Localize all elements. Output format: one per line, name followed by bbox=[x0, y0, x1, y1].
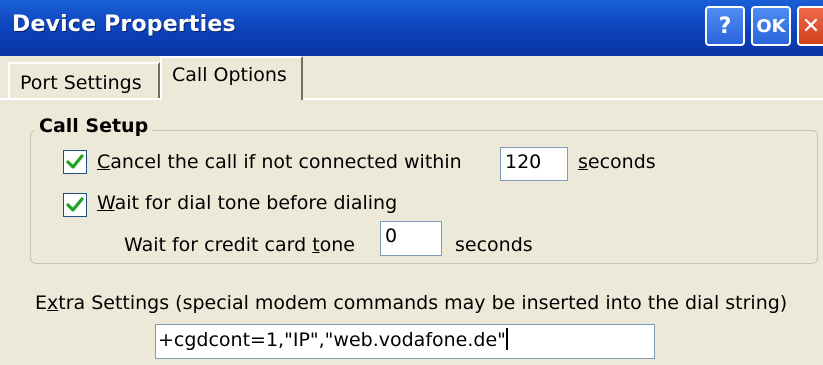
call-setup-title: Call Setup bbox=[35, 115, 153, 137]
checkmark-icon bbox=[66, 197, 84, 212]
close-icon: ✕ bbox=[801, 13, 821, 39]
ok-button[interactable]: OK bbox=[751, 6, 791, 46]
credit-card-label-pre: Wait for credit card bbox=[124, 234, 313, 256]
cancel-call-unit: seconds bbox=[578, 151, 656, 173]
extra-settings-accel: x bbox=[47, 292, 59, 314]
credit-card-unit: seconds bbox=[455, 234, 533, 256]
title-bar: Device Properties ? OK ✕ bbox=[0, 0, 823, 56]
call-options-page: Call Setup Cancel the call if not connec… bbox=[0, 98, 823, 365]
wait-dial-tone-accel: W bbox=[97, 192, 115, 214]
wait-dial-tone-label[interactable]: Wait for dial tone before dialing bbox=[97, 192, 397, 214]
credit-card-tone-label: Wait for credit card tone bbox=[124, 234, 355, 256]
tab-call-options[interactable]: Call Options bbox=[160, 56, 303, 100]
cancel-call-seconds-input[interactable]: 120 bbox=[500, 147, 568, 181]
tab-strip: Port Settings Call Options bbox=[0, 56, 823, 100]
credit-card-label-post: one bbox=[319, 234, 355, 256]
extra-settings-label-pre: E bbox=[35, 292, 48, 314]
cancel-call-unit-text: econds bbox=[587, 151, 656, 173]
cancel-call-accel: C bbox=[97, 151, 111, 173]
extra-settings-label-post: tra Settings (special modem commands may… bbox=[58, 292, 788, 314]
credit-card-accel: t bbox=[312, 234, 320, 256]
window-title: Device Properties bbox=[12, 12, 236, 37]
credit-card-seconds-input[interactable]: 0 bbox=[380, 221, 442, 256]
text-cursor bbox=[505, 328, 508, 350]
cancel-call-label-text: ancel the call if not connected within bbox=[110, 151, 462, 173]
cancel-call-label[interactable]: Cancel the call if not connected within bbox=[97, 151, 462, 173]
extra-settings-label: Extra Settings (special modem commands m… bbox=[35, 292, 787, 314]
tab-port-settings[interactable]: Port Settings bbox=[8, 62, 160, 98]
extra-settings-input[interactable]: +cgdcont=1,"IP","web.vodafone.de" bbox=[155, 324, 655, 359]
device-properties-window: Device Properties ? OK ✕ Port Settings C… bbox=[0, 0, 823, 365]
extra-settings-value: +cgdcont=1,"IP","web.vodafone.de" bbox=[158, 329, 506, 351]
close-button[interactable]: ✕ bbox=[797, 6, 823, 46]
cancel-call-unit-accel: s bbox=[578, 151, 588, 173]
help-button[interactable]: ? bbox=[705, 6, 745, 46]
checkmark-icon bbox=[66, 154, 84, 169]
cancel-call-checkbox[interactable] bbox=[63, 150, 87, 174]
wait-dial-tone-label-text: ait for dial tone before dialing bbox=[114, 192, 398, 214]
wait-dial-tone-checkbox[interactable] bbox=[63, 193, 87, 217]
